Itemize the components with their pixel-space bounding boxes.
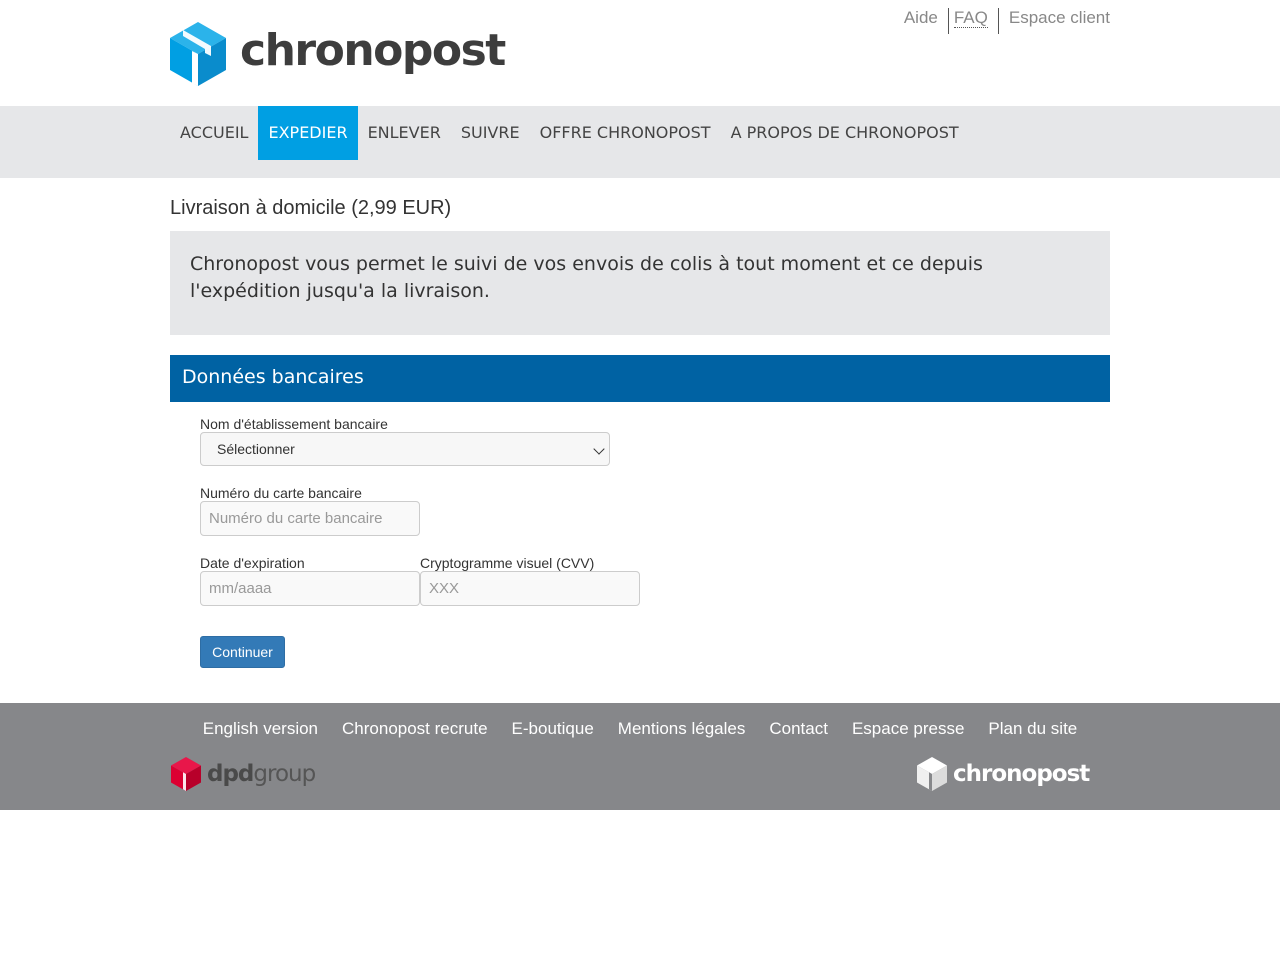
footer-link-mentions[interactable]: Mentions légales (606, 719, 758, 739)
intro-text: Chronopost vous permet le suivi de vos e… (190, 253, 983, 302)
chronopost-cube-icon (170, 22, 226, 86)
espace-client-link[interactable]: Espace client (997, 8, 1110, 34)
page-title: Livraison à domicile (2,99 EUR) (170, 197, 452, 219)
footer-chronopost-logo[interactable]: chronopost (917, 757, 1090, 791)
dpd-brand-text: dpd (207, 761, 254, 787)
nav-item-expedier[interactable]: EXPEDIER (258, 106, 358, 160)
continue-button[interactable]: Continuer (200, 636, 285, 668)
section-header-bank-data: Données bancaires (170, 355, 1110, 402)
bank-name-label: Nom d'établissement bancaire (200, 416, 388, 432)
footer-links: English version Chronopost recrute E-bou… (0, 719, 1280, 739)
cvv-label: Cryptogramme visuel (CVV) (420, 555, 595, 571)
chronopost-cube-icon (917, 757, 947, 791)
card-number-input[interactable] (200, 501, 420, 536)
footer-link-plan[interactable]: Plan du site (976, 719, 1089, 739)
aide-link[interactable]: Aide (894, 8, 948, 34)
logo-text: chronopost (240, 25, 506, 76)
bank-select[interactable]: Sélectionner (200, 432, 610, 466)
dpd-cube-icon (171, 757, 201, 791)
dpd-group-text: dpdgroup (207, 761, 316, 787)
dpd-group-suffix: group (253, 761, 316, 787)
main-nav: ACCUEIL EXPEDIER ENLEVER SUIVRE OFFRE CH… (170, 106, 969, 160)
site-header: chronopost Aide FAQ Espace client (0, 0, 1280, 106)
card-number-label: Numéro du carte bancaire (200, 485, 362, 501)
top-links: Aide FAQ Espace client (894, 8, 1110, 34)
footer-link-contact[interactable]: Contact (757, 719, 840, 739)
nav-item-enlever[interactable]: ENLEVER (358, 106, 451, 160)
footer-link-eboutique[interactable]: E-boutique (500, 719, 606, 739)
chronopost-logo[interactable]: chronopost (170, 22, 506, 86)
nav-item-accueil[interactable]: ACCUEIL (170, 106, 258, 160)
intro-box: Chronopost vous permet le suivi de vos e… (170, 231, 1110, 335)
cvv-input[interactable] (420, 571, 640, 606)
bank-select-value: Sélectionner (217, 441, 295, 457)
faq-link-label: FAQ (953, 8, 988, 28)
section-title: Données bancaires (182, 366, 364, 388)
faq-link[interactable]: FAQ (947, 8, 998, 34)
footer-link-recrute[interactable]: Chronopost recrute (330, 719, 500, 739)
chevron-down-icon (593, 443, 605, 455)
nav-item-offre-chronopost[interactable]: OFFRE CHRONOPOST (530, 106, 721, 160)
main-navbar: ACCUEIL EXPEDIER ENLEVER SUIVRE OFFRE CH… (0, 106, 1280, 178)
site-footer: English version Chronopost recrute E-bou… (0, 703, 1280, 810)
nav-item-a-propos[interactable]: A PROPOS DE CHRONOPOST (721, 106, 969, 160)
footer-link-english[interactable]: English version (191, 719, 330, 739)
nav-item-suivre[interactable]: SUIVRE (451, 106, 530, 160)
expiry-date-label: Date d'expiration (200, 555, 305, 571)
footer-chronopost-text: chronopost (953, 761, 1090, 787)
dpd-group-logo[interactable]: dpdgroup (171, 757, 316, 791)
expiry-date-input[interactable] (200, 571, 420, 606)
footer-link-presse[interactable]: Espace presse (840, 719, 976, 739)
